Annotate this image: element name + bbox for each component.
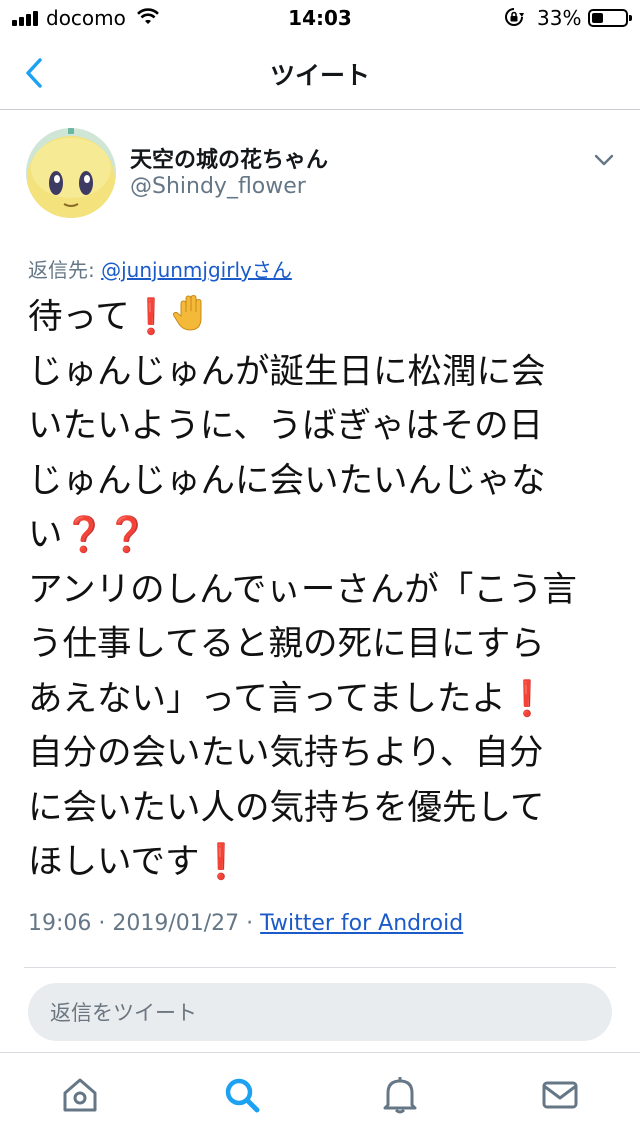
battery-level (592, 13, 603, 23)
reply-input[interactable]: 返信をツイート (28, 983, 612, 1041)
battery-icon (588, 9, 632, 27)
tweet-line: 待って❗ (28, 290, 618, 345)
chevron-down-icon[interactable] (592, 148, 616, 172)
reply-to-link[interactable]: @junjunmjgirlyさん (101, 258, 292, 282)
raised-hand-emoji-icon (172, 294, 202, 331)
reply-context: 返信先: @junjunmjgirlyさん (28, 254, 292, 283)
tweet-source-link[interactable]: Twitter for Android (260, 911, 463, 936)
tweet-line: あえない」って言ってましたよ❗ (28, 678, 549, 719)
navigation-bar: ツイート (0, 36, 640, 110)
tweet-text: 待って❗ じゅんじゅんが誕生日に松潤に会 いたいように、うばぎゃはその日 じゅん… (28, 290, 618, 890)
avatar[interactable] (26, 128, 116, 218)
search-icon[interactable] (222, 1075, 262, 1115)
user-handle[interactable]: @Shindy_flower (130, 174, 306, 199)
divider (24, 967, 616, 968)
exclamation-emoji: ❗ (199, 842, 243, 882)
rotation-lock-icon (505, 8, 524, 26)
tweet-line: じゅんじゅんに会いたいんじゃな (28, 460, 546, 501)
status-bar: docomo 14:03 33% (0, 0, 640, 36)
tweet-line: う仕事してると親の死に目にすら (28, 624, 545, 664)
question-emoji: ❓ (105, 515, 149, 555)
reply-prefix: 返信先: (28, 258, 102, 282)
tweet-line: いたいように、うばぎゃはその日 (28, 406, 544, 446)
tab-bar (0, 1052, 640, 1138)
tweet-line: じゅんじゅんが誕生日に松潤に会 (28, 351, 546, 392)
display-name[interactable]: 天空の城の花ちゃん (130, 142, 328, 174)
exclamation-emoji: ❗ (505, 678, 549, 719)
page-title: ツイート (269, 61, 370, 90)
exclamation-emoji: ❗ (129, 297, 173, 337)
home-icon[interactable] (60, 1075, 100, 1115)
tweet-meta: 19:06 · 2019/01/27 · Twitter for Android (28, 911, 463, 936)
tweet-timestamp: 19:06 · 2019/01/27 · (28, 911, 261, 936)
messages-icon[interactable] (540, 1075, 580, 1115)
tweet-line: に会いたい人の気持ちを優先して (28, 787, 545, 828)
tweet-line: アンリのしんでぃーさんが「こう言 (28, 569, 577, 610)
tweet-line: い❓❓ (28, 515, 149, 555)
tweet-line: 自分の会いたい気持ちより、自分 (28, 733, 544, 773)
question-emoji: ❓ (62, 515, 106, 555)
notifications-icon[interactable] (380, 1075, 420, 1115)
tweet-line: ほしいです❗ (28, 842, 243, 882)
battery-percent: 33% (537, 6, 582, 30)
